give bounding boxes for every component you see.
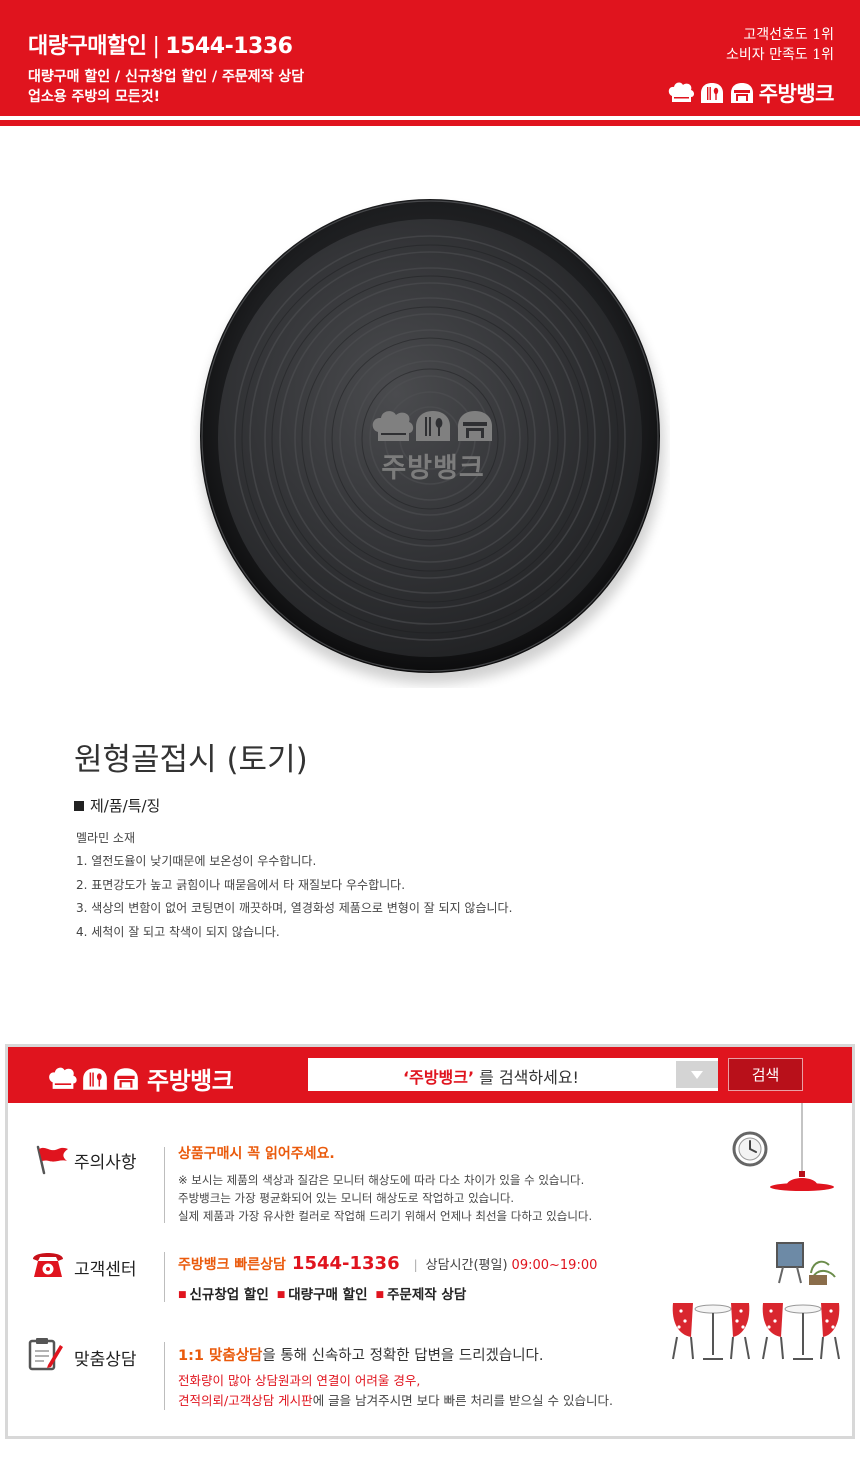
watermark-logo-icon — [372, 411, 492, 441]
feature-item: 2. 표면강도가 높고 긁힘이나 때묻음에서 타 재질보다 우수합니다. — [76, 877, 406, 892]
info-box: 주방뱅크 ‘주방뱅크’ 를 검색하세요! 검색 주의사항 상품구매시 꼭 읽어주… — [5, 1044, 855, 1439]
caution-line: ※ 보시는 제품의 색상과 질감은 모니터 해상도에 따라 다소 차이가 있을 … — [178, 1173, 585, 1187]
board-link[interactable]: 견적의뢰/고객상담 게시판 — [178, 1393, 313, 1408]
consult-line-2: 전화량이 많아 상담원과의 연결이 어려울 경우, — [178, 1373, 421, 1388]
cafe-furniture-illustration — [672, 1242, 840, 1360]
quick-consult-label: 주방뱅크 빠른상담 — [178, 1257, 286, 1273]
caution-heading: 상품구매시 꼭 읽어주세요. — [178, 1146, 335, 1162]
bullet-icon: ■ — [178, 1290, 187, 1300]
bullet-icon: ■ — [276, 1290, 286, 1300]
feature-item: 3. 색상의 변함이 없어 코팅면이 깨끗하며, 열경화성 제품으로 변형이 잘… — [76, 901, 513, 915]
info-header: 주방뱅크 ‘주방뱅크’ 를 검색하세요! 검색 — [8, 1047, 852, 1103]
search-input[interactable]: ‘주방뱅크’ 를 검색하세요! — [308, 1058, 718, 1091]
consult-line-3: 견적의뢰/고객상담 게시판에 글을 남겨주시면 보다 빠른 처리를 받으실 수 … — [178, 1390, 613, 1409]
banner-subtitle-slogan: 업소용 주방의 모든것! — [28, 89, 161, 105]
watermark-text: 주방뱅크 — [381, 453, 485, 484]
product-name: 원형골접시 (토기) — [74, 742, 308, 778]
banner-rank-satisfaction: 소비자 만족도 1위 — [726, 47, 834, 63]
feature-heading-label: 제/품/특/징 — [90, 797, 161, 815]
info-logo-text: 주방뱅크 — [147, 1067, 234, 1095]
banner-phone: 1544-1336 — [165, 34, 293, 59]
banner-title: 대량구매할인 | 1544-1336 — [28, 28, 293, 60]
banner-bottom-strip — [0, 120, 860, 126]
product-material: 멜라민 소재 — [76, 831, 136, 845]
consult-title: 맞춤상담 — [74, 1350, 137, 1370]
consult-highlight[interactable]: 1:1 맞춤상담 — [178, 1348, 262, 1364]
chevron-down-icon — [691, 1070, 703, 1079]
telephone-icon — [30, 1247, 66, 1281]
consult-line-3-rest: 에 글을 남겨주시면 보다 빠른 처리를 받으실 수 있습니다. — [312, 1393, 613, 1408]
feature-item: 4. 세척이 잘 되고 착색이 되지 않습니다. — [76, 924, 280, 939]
service-item: 대량구매 할인 — [288, 1287, 368, 1303]
cafe-awning-icon — [114, 1067, 138, 1090]
bullet-icon: ■ — [375, 1290, 385, 1300]
pipe-separator: | — [413, 1258, 418, 1272]
customer-center-divider — [164, 1252, 165, 1302]
search-button[interactable]: 검색 — [728, 1058, 803, 1091]
top-banner: 대량구매할인 | 1544-1336 대량구매 할인 / 신규창업 할인 / 주문제… — [0, 0, 860, 126]
customer-center-phone[interactable]: 1544-1336 — [292, 1253, 400, 1274]
feature-item: 1. 열전도율이 낮기때문에 보온성이 우수합니다. — [76, 854, 317, 868]
consult-divider — [164, 1342, 165, 1410]
chef-hat-icon — [49, 1067, 77, 1089]
square-bullet-icon — [74, 801, 84, 811]
search-prompt-highlight: ‘주방뱅크’ — [403, 1068, 475, 1087]
feature-list: 1. 열전도율이 낮기때문에 보온성이 우수합니다. 2. 표면강도가 높고 긁… — [76, 852, 512, 946]
hours-label: 상담시간(평일) — [425, 1258, 508, 1273]
search-prompt: ‘주방뱅크’ 를 검색하세요! — [308, 1064, 674, 1088]
product-watermark: 주방뱅크 — [368, 408, 498, 488]
cafe-awning-icon — [730, 83, 753, 103]
caution-line: 실제 제품과 가장 유사한 컬러로 작업해 드리기 위해서 언제나 최선을 다하… — [178, 1209, 593, 1223]
service-item: 주문제작 상담 — [387, 1287, 467, 1303]
banner-logo-text: 주방뱅크 — [758, 82, 835, 106]
consult-line-1-rest: 을 통해 신속하고 정확한 답변을 드리겠습니다. — [262, 1348, 544, 1364]
service-item: 신규창업 할인 — [189, 1287, 269, 1303]
consult-line-1: 1:1 맞춤상담을 통해 신속하고 정확한 답변을 드리겠습니다. — [178, 1344, 544, 1365]
banner-title-separator: | — [152, 34, 160, 59]
caution-divider — [164, 1147, 165, 1223]
caution-line: 주방뱅크는 가장 평균화되어 있는 모니터 해상도로 작업하고 있습니다. — [178, 1191, 515, 1205]
notepad-pencil-icon — [24, 1335, 64, 1371]
fork-spoon-icon — [700, 83, 723, 103]
customer-center-title: 고객센터 — [74, 1260, 137, 1280]
chef-hat-icon — [668, 82, 694, 102]
banner-title-main: 대량구매할인 — [28, 34, 147, 59]
service-list: ■ 신규창업 할인 ■ 대량구매 할인 ■ 주문제작 상담 — [178, 1283, 466, 1303]
banner-subtitle-discounts: 대량구매 할인 / 신규창업 할인 / 주문제작 상담 — [28, 69, 305, 85]
caution-title: 주의사항 — [74, 1153, 137, 1173]
info-logo[interactable]: 주방뱅크 — [48, 1061, 234, 1096]
hours-value: 09:00~19:00 — [511, 1258, 598, 1273]
dropdown-arrow-button[interactable] — [676, 1061, 718, 1088]
flag-icon — [34, 1143, 70, 1177]
clock-lamp-illustration — [732, 1103, 834, 1191]
fork-spoon-icon — [83, 1067, 107, 1090]
banner-rank-preference: 고객선호도 1위 — [743, 27, 834, 43]
banner-logo[interactable]: 주방뱅크 — [668, 78, 835, 108]
search-prompt-suffix: 를 검색하세요! — [474, 1068, 579, 1087]
customer-center-phone-line: 주방뱅크 빠른상담 1544-1336 | 상담시간(평일) 09:00~19:00 — [178, 1253, 597, 1274]
feature-heading: 제/품/특/징 — [74, 795, 160, 816]
